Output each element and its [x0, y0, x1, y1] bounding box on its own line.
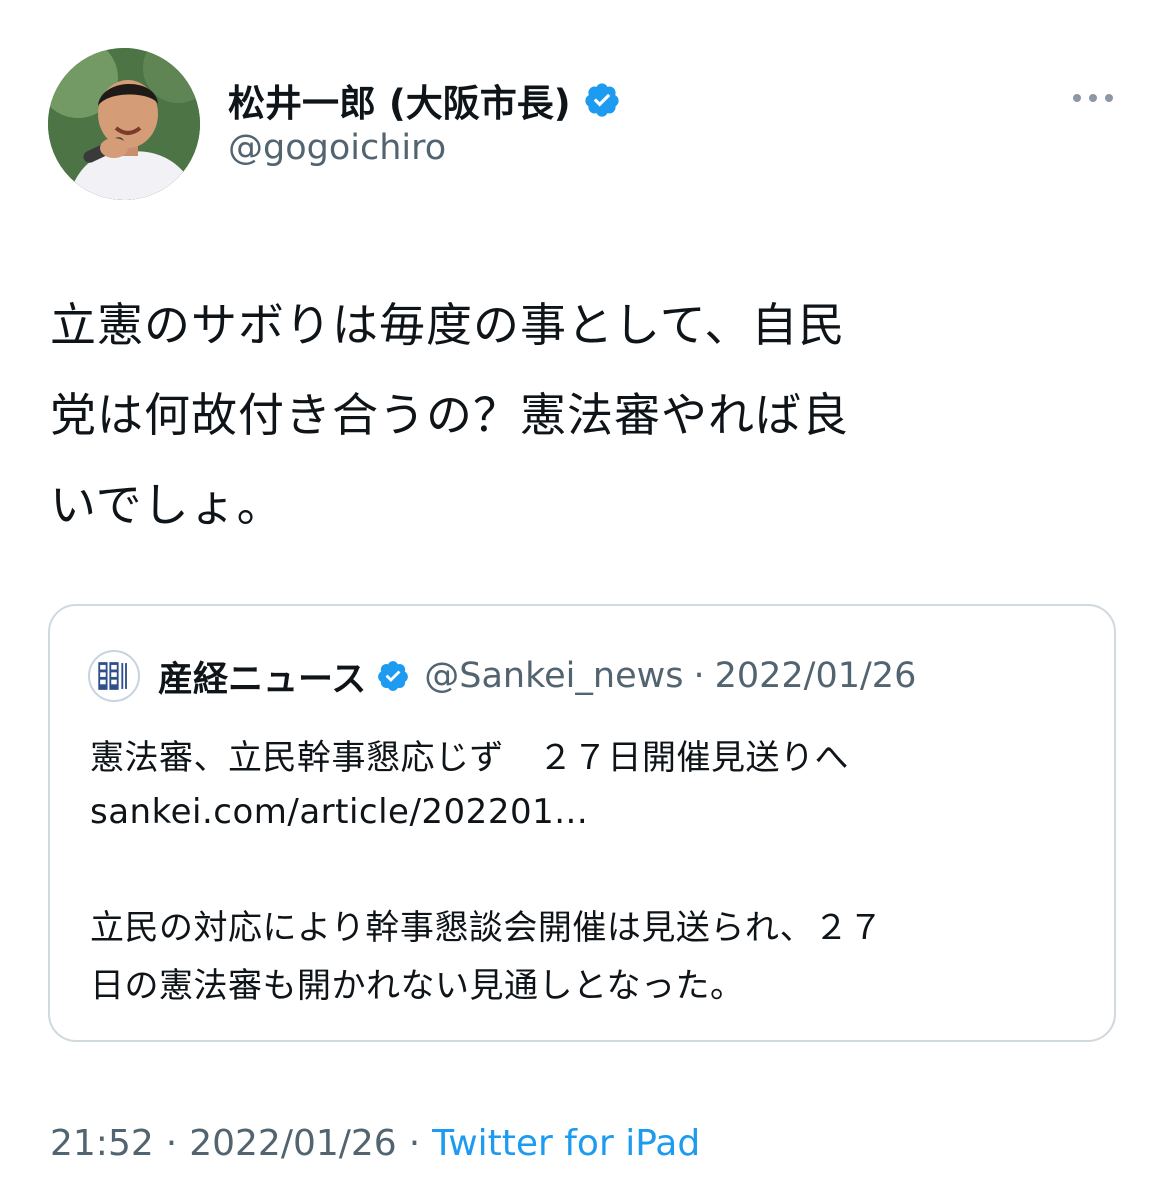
- author-name-row: 松井一郎 (大阪市長): [228, 70, 621, 130]
- sankei-news-logo-icon[interactable]: [88, 650, 140, 702]
- quoted-tweet-text-line: 日の憲法審も開かれない見通しとなった。: [90, 966, 745, 1006]
- more-options-button[interactable]: [1068, 80, 1118, 116]
- quoted-tweet-link[interactable]: sankei.com/article/202201...: [90, 792, 588, 832]
- tweet-time[interactable]: 21:52: [50, 1123, 154, 1164]
- avatar[interactable]: [48, 48, 200, 200]
- separator-dot: ·: [165, 1122, 178, 1164]
- tweet-text-line: 党は何故付き合うの？憲法審やれば良: [50, 388, 849, 442]
- quoted-tweet-text-line: 憲法審、立民幹事懇応じず ２７日開催見送りへ: [90, 738, 849, 778]
- tweet-source-link[interactable]: Twitter for iPad: [432, 1123, 700, 1164]
- quoted-author-name: 産経ニュース: [158, 659, 367, 700]
- verified-badge-icon: [583, 81, 621, 119]
- profile-photo-icon: [48, 48, 200, 200]
- more-dots-icon: [1073, 94, 1113, 102]
- verified-badge-icon: [376, 659, 410, 693]
- quoted-tweet-text-line: 立民の対応により幹事懇談会開催は見送られ、２７: [90, 908, 884, 948]
- author-display-name[interactable]: 松井一郎 (大阪市長): [228, 73, 571, 127]
- quoted-author-handle: @Sankei_news: [424, 656, 684, 696]
- tweet-date[interactable]: 2022/01/26: [189, 1123, 397, 1164]
- tweet-container: 松井一郎 (大阪市長) @gogoichiro 立憲のサボりは毎度の事として、自…: [0, 0, 1166, 1200]
- tweet-text: 立憲のサボりは毎度の事として、自民 党は何故付き合うの？憲法審やれば良 いでしょ…: [50, 280, 1110, 550]
- separator-dot: ·: [408, 1122, 421, 1164]
- separator-dot: ·: [693, 656, 705, 696]
- quoted-tweet-date: 2022/01/26: [714, 656, 917, 696]
- quoted-tweet-card[interactable]: 産経ニュース @Sankei_news · 2022/01/26 憲法審、立民幹…: [48, 604, 1116, 1042]
- tweet-text-line: 立憲のサボりは毎度の事として、自民: [50, 298, 846, 352]
- author-handle[interactable]: @gogoichiro: [228, 128, 446, 168]
- tweet-text-line: いでしょ。: [50, 478, 284, 532]
- tweet-footer: 21:52 · 2022/01/26 · Twitter for iPad: [50, 1118, 700, 1168]
- quoted-tweet-header: 産経ニュース @Sankei_news · 2022/01/26: [88, 650, 916, 702]
